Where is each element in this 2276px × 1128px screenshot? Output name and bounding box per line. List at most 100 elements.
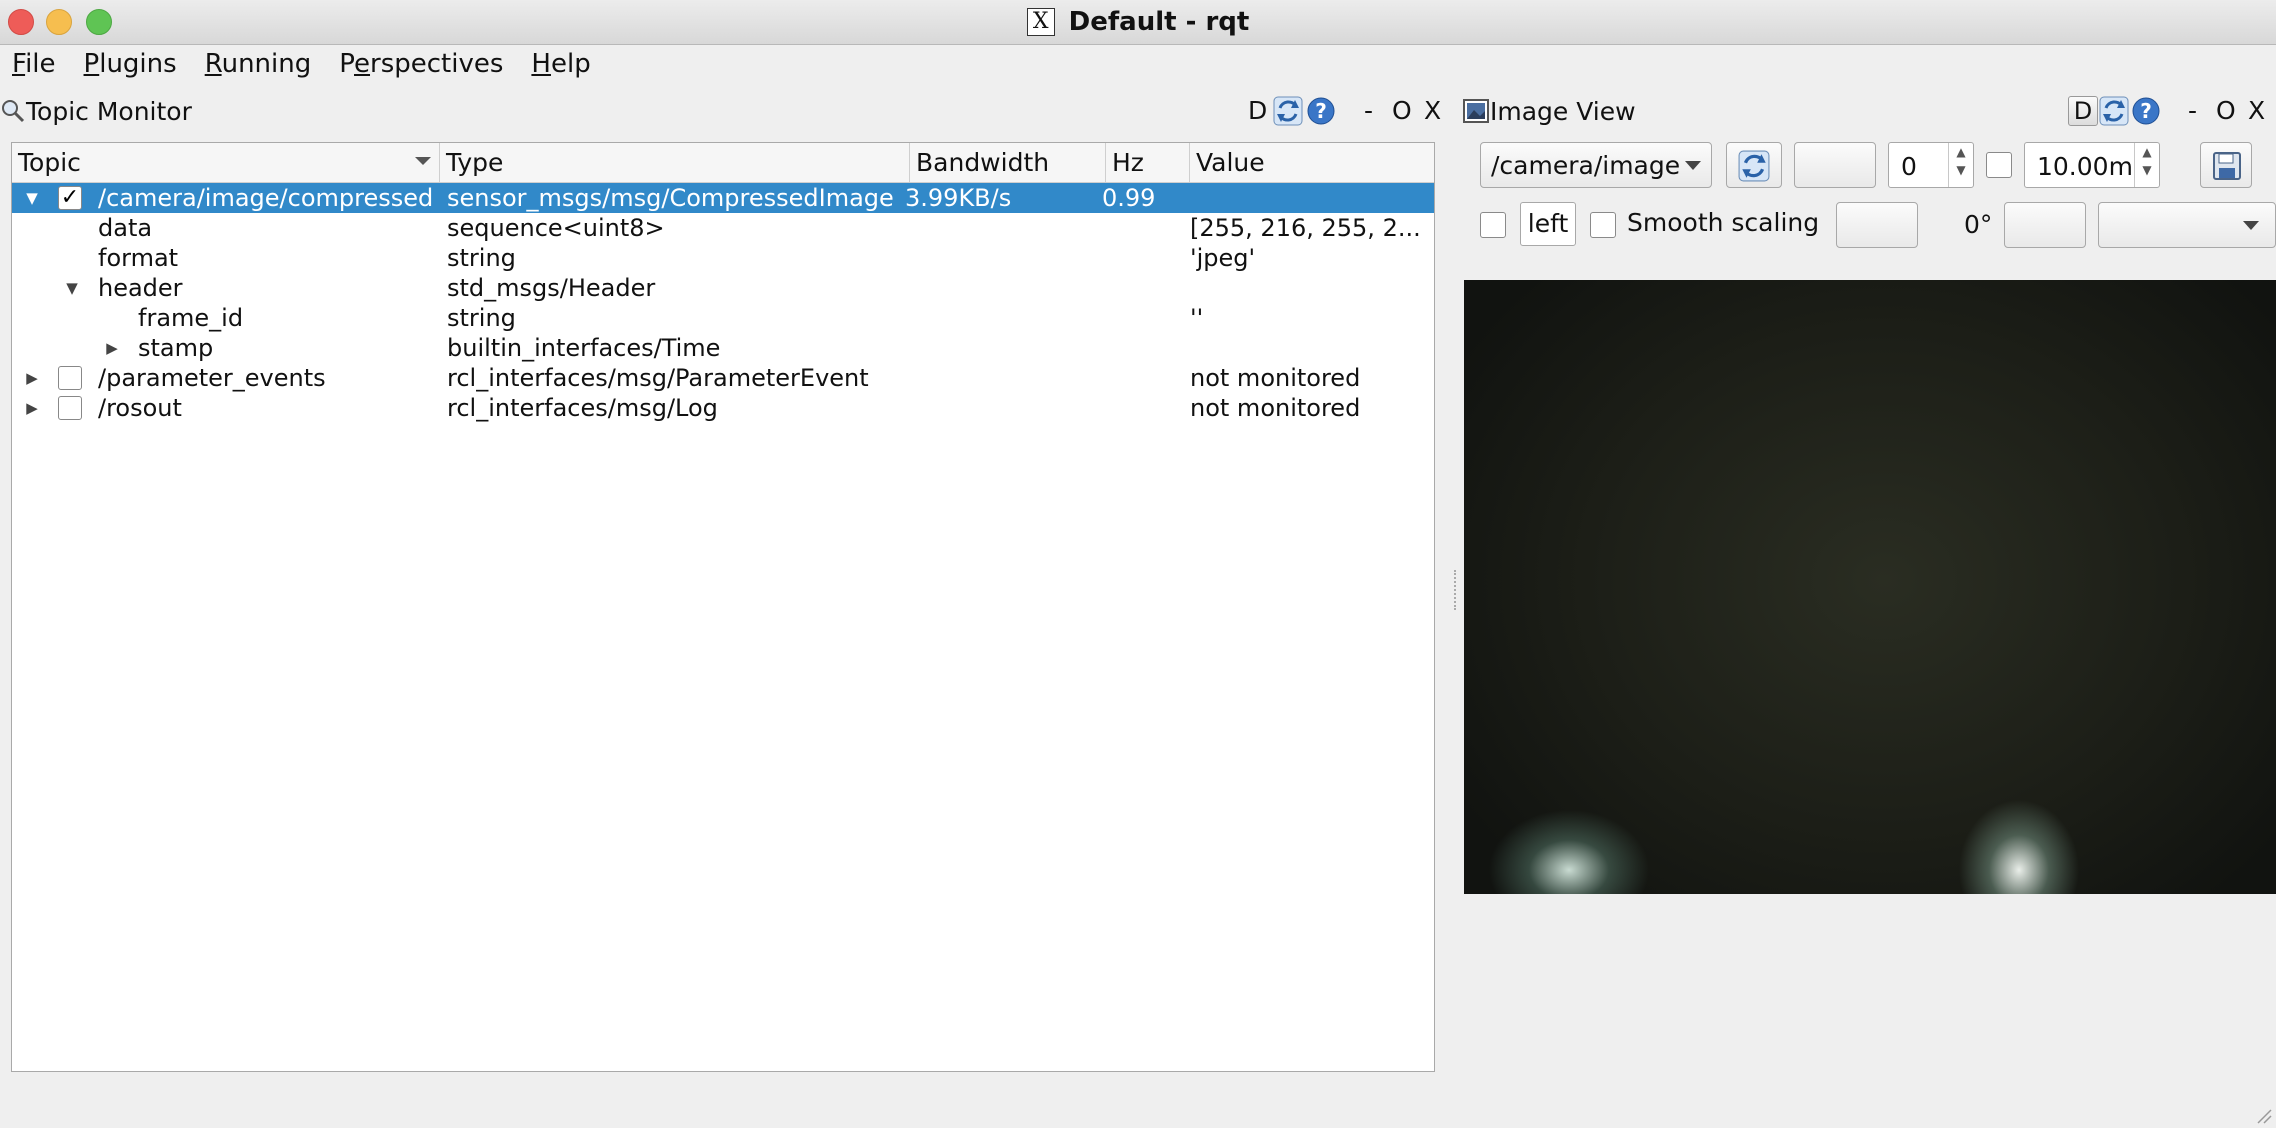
expand-arrow-icon[interactable]: ▶ <box>102 333 122 363</box>
toolbar-blank-button[interactable] <box>1794 142 1876 188</box>
menu-help[interactable]: Help <box>531 49 590 79</box>
hz-cell: 0.99 <box>1102 184 1156 212</box>
refresh-topics-button[interactable] <box>1726 142 1782 188</box>
column-header-value[interactable]: Value <box>1190 143 1434 182</box>
menu-file[interactable]: File <box>12 49 56 79</box>
topic-cell: data <box>98 214 153 242</box>
rotate-left-button[interactable] <box>1836 202 1918 248</box>
window-title: Default - rqt <box>1068 7 1250 37</box>
spinbox-arrows[interactable]: ▲ ▼ <box>1948 143 1973 187</box>
topic-checkbox[interactable]: ✓ <box>58 186 82 210</box>
expand-arrow-icon[interactable]: ▶ <box>22 393 42 423</box>
dynamic-range-checkbox[interactable] <box>1986 152 2012 178</box>
topic-combobox-value: /camera/image <box>1491 151 1681 180</box>
bandwidth-cell: 3.99KB/s <box>905 184 1012 212</box>
splitter-handle[interactable] <box>1454 570 1460 610</box>
iv-d-button[interactable]: D <box>2068 96 2098 126</box>
title-bar: X Default - rqt <box>0 0 2276 45</box>
tree-row-header[interactable]: ▼ header std_msgs/Header <box>12 273 1434 303</box>
smooth-scaling-label: Smooth scaling <box>1627 208 1820 237</box>
tree-row-format[interactable]: format string 'jpeg' <box>12 243 1434 273</box>
image-view-title: Image View <box>1490 96 1636 126</box>
resize-grip-icon[interactable] <box>2254 1106 2272 1124</box>
column-header-hz[interactable]: Hz <box>1106 143 1190 182</box>
collapse-arrow-icon[interactable]: ▼ <box>62 273 82 303</box>
topic-cell: stamp <box>138 334 214 362</box>
topic-cell: format <box>98 244 179 272</box>
tree-row-parameter-events[interactable]: ▶ /parameter_events rcl_interfaces/msg/P… <box>12 363 1434 393</box>
value-cell: not monitored <box>1190 364 1361 392</box>
iv-close-button[interactable]: X <box>2248 94 2265 128</box>
menu-plugins[interactable]: Plugins <box>84 49 177 79</box>
topic-cell: /rosout <box>98 394 182 422</box>
magnifier-icon <box>2 100 25 123</box>
collapse-arrow-icon[interactable]: ▼ <box>22 183 42 213</box>
rotation-label: 0° <box>1964 210 1993 239</box>
refresh-icon <box>1738 150 1770 182</box>
color-scheme-combobox[interactable] <box>2098 202 2276 248</box>
column-header-type[interactable]: Type <box>440 143 910 182</box>
type-cell: builtin_interfaces/Time <box>447 334 721 362</box>
x11-icon: X <box>1026 8 1055 36</box>
duration-value: 10.00m <box>2037 152 2133 181</box>
topic-tree[interactable]: Topic Type Bandwidth Hz Value ▼ ✓ /camer… <box>11 142 1435 1072</box>
iv-float-button[interactable]: O <box>2216 94 2236 128</box>
topic-cell: /parameter_events <box>98 364 326 392</box>
iv-help-icon[interactable]: ? <box>2131 96 2161 126</box>
window-title-wrap: X Default - rqt <box>0 0 2276 44</box>
svg-text:?: ? <box>1315 99 1327 123</box>
topic-monitor-title: Topic Monitor <box>26 96 192 126</box>
iv-refresh-icon[interactable] <box>2099 96 2129 126</box>
save-image-button[interactable] <box>2200 142 2252 188</box>
column-header-topic[interactable]: Topic <box>12 143 440 182</box>
chevron-down-icon <box>2243 221 2259 230</box>
column-header-bandwidth[interactable]: Bandwidth <box>910 143 1106 182</box>
type-cell: rcl_interfaces/msg/ParameterEvent <box>447 364 869 392</box>
image-icon <box>1463 99 1489 123</box>
tm-minimize-button[interactable]: - <box>1364 94 1373 128</box>
duration-spinbox[interactable]: 10.00m ▲ ▼ <box>2024 142 2160 188</box>
topic-combobox[interactable]: /camera/image <box>1480 142 1712 188</box>
tree-row-rosout[interactable]: ▶ /rosout rcl_interfaces/msg/Log not mon… <box>12 393 1434 423</box>
save-icon <box>2213 152 2241 180</box>
type-cell: string <box>447 304 516 332</box>
type-cell: std_msgs/Header <box>447 274 656 302</box>
type-cell: string <box>447 244 516 272</box>
menu-running[interactable]: Running <box>205 49 312 79</box>
chevron-down-icon <box>1685 161 1701 170</box>
sort-arrow-icon <box>415 157 431 165</box>
tm-d-button[interactable]: D <box>1248 94 1267 128</box>
svg-text:?: ? <box>2140 99 2152 123</box>
expand-arrow-icon[interactable]: ▶ <box>22 363 42 393</box>
type-cell: sensor_msgs/msg/CompressedImage <box>447 184 894 212</box>
left-topic-input[interactable]: left <box>1520 202 1576 246</box>
value-cell: not monitored <box>1190 394 1361 422</box>
spinbox-value: 0 <box>1901 152 1917 181</box>
topic-cell: frame_id <box>138 304 244 332</box>
topic-cell: header <box>98 274 183 302</box>
rotate-right-button[interactable] <box>2004 202 2086 248</box>
tm-close-button[interactable]: X <box>1424 94 1441 128</box>
smooth-scaling-checkbox[interactable] <box>1590 212 1616 238</box>
topic-checkbox[interactable] <box>58 396 82 420</box>
number-spinbox[interactable]: 0 ▲ ▼ <box>1888 142 1974 188</box>
tm-float-button[interactable]: O <box>1392 94 1412 128</box>
tree-header: Topic Type Bandwidth Hz Value <box>12 143 1434 183</box>
type-cell: rcl_interfaces/msg/Log <box>447 394 718 422</box>
camera-image[interactable] <box>1464 280 2276 894</box>
topic-checkbox[interactable] <box>58 366 82 390</box>
tree-row-camera-image-compressed[interactable]: ▼ ✓ /camera/image/compressed sensor_msgs… <box>12 183 1434 213</box>
tree-row-data[interactable]: data sequence<uint8> [255, 216, 255, 2..… <box>12 213 1434 243</box>
iv-minimize-button[interactable]: - <box>2188 94 2197 128</box>
value-cell: [255, 216, 255, 2... <box>1190 214 1421 242</box>
menu-perspectives[interactable]: Perspectives <box>339 49 503 79</box>
duration-arrows[interactable]: ▲ ▼ <box>2134 143 2159 187</box>
type-cell: sequence<uint8> <box>447 214 665 242</box>
tm-refresh-icon[interactable] <box>1273 96 1303 126</box>
value-cell: '' <box>1190 304 1204 332</box>
value-cell: 'jpeg' <box>1190 244 1256 272</box>
tm-help-icon[interactable]: ? <box>1306 96 1336 126</box>
tree-row-frame-id[interactable]: frame_id string '' <box>12 303 1434 333</box>
mouse-publish-checkbox[interactable] <box>1480 212 1506 238</box>
tree-row-stamp[interactable]: ▶ stamp builtin_interfaces/Time <box>12 333 1434 363</box>
